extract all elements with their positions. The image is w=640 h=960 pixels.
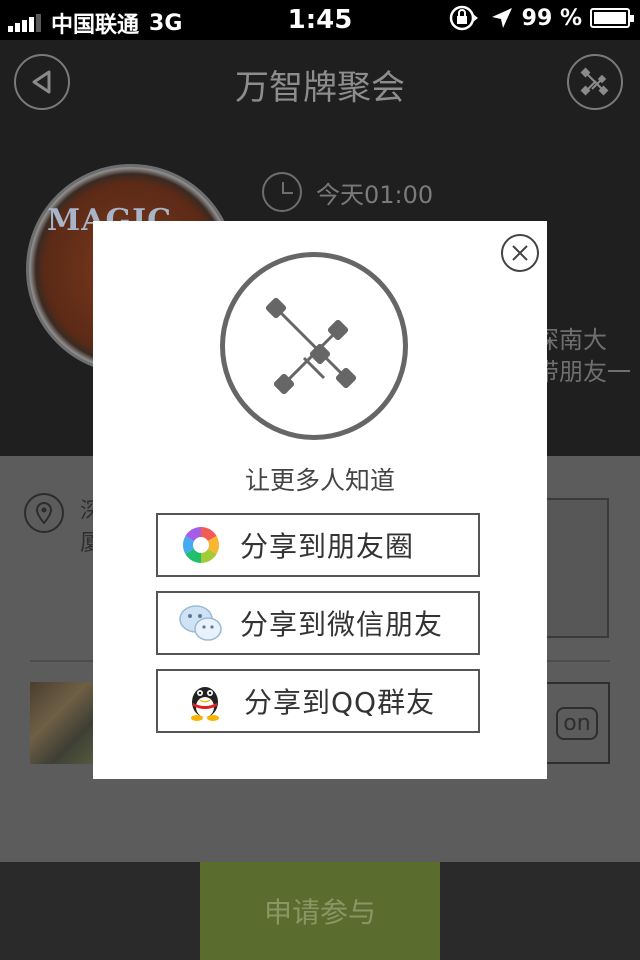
status-bar: 中国联通 3G 1:45 99 % bbox=[0, 0, 640, 40]
status-bar-right: 99 % bbox=[448, 5, 634, 31]
clock-icon bbox=[262, 172, 302, 212]
apply-join-button[interactable]: 申请参与 bbox=[200, 862, 440, 960]
share-option-label: 分享到朋友圈 bbox=[240, 530, 415, 563]
checkin-badge-text: on bbox=[556, 706, 598, 740]
share-option-label: 分享到QQ群友 bbox=[244, 686, 436, 719]
page-title: 万智牌聚会 bbox=[235, 68, 405, 108]
event-time-text: 今天01:00 bbox=[316, 180, 434, 209]
share-graph-icon bbox=[265, 297, 357, 395]
event-time-row: 今天01:00 bbox=[262, 172, 433, 212]
share-option-label: 分享到微信朋友 bbox=[240, 608, 444, 641]
wechat-icon bbox=[178, 600, 224, 646]
event-description-line: 深南大 bbox=[535, 326, 607, 354]
event-description-line: 带朋友一 bbox=[535, 358, 631, 386]
battery-percent: 99 % bbox=[521, 5, 582, 31]
participant-avatar[interactable] bbox=[30, 682, 94, 764]
share-caption: 让更多人知道 bbox=[244, 466, 395, 495]
back-button[interactable] bbox=[14, 54, 70, 110]
moments-icon bbox=[178, 522, 224, 568]
share-wechat-button[interactable]: 分享到微信朋友 bbox=[156, 591, 480, 655]
qq-icon bbox=[182, 678, 228, 724]
share-graph-icon bbox=[580, 67, 609, 96]
battery-fill bbox=[594, 12, 626, 24]
share-emblem bbox=[220, 252, 408, 440]
checkin-badge[interactable]: on bbox=[544, 682, 610, 764]
back-arrow-icon bbox=[32, 70, 51, 94]
close-icon bbox=[512, 245, 528, 261]
share-button[interactable] bbox=[567, 54, 623, 110]
battery-icon bbox=[590, 8, 634, 28]
rotation-lock-icon bbox=[449, 5, 478, 31]
share-dialog: 让更多人知道 分享到朋友圈 分享到微信朋友 分享到QQ群友 bbox=[93, 221, 547, 779]
location-pin-icon bbox=[24, 493, 64, 533]
location-arrow-icon bbox=[491, 8, 512, 28]
map-thumbnail[interactable] bbox=[543, 498, 609, 638]
dialog-close-button[interactable] bbox=[501, 234, 539, 272]
share-moments-button[interactable]: 分享到朋友圈 bbox=[156, 513, 480, 577]
event-description: 深南大 带朋友一 bbox=[535, 324, 640, 388]
share-qq-button[interactable]: 分享到QQ群友 bbox=[156, 669, 480, 733]
